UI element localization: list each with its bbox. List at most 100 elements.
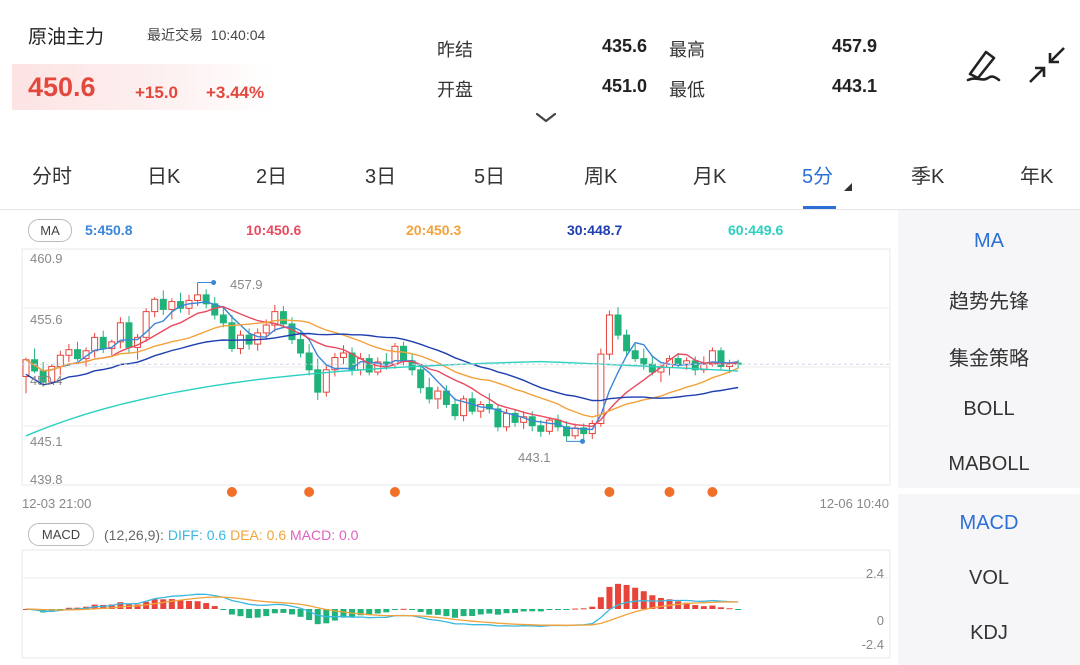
tab-5day[interactable]: 5日 [474, 160, 505, 189]
candle-body [545, 419, 553, 432]
macd-bar [486, 609, 493, 614]
y-tick-label: 445.1 [30, 434, 63, 449]
macd-bar [692, 605, 699, 609]
tab-2day[interactable]: 2日 [256, 160, 287, 189]
tab-intraday[interactable]: 分时 [32, 160, 72, 189]
min-price-marker: 443.1 [518, 450, 551, 465]
candle-body [305, 352, 313, 371]
ma30-label: 30:448.7 [567, 222, 623, 238]
ma-badge[interactable]: MA [28, 219, 72, 242]
candle-body [451, 403, 459, 417]
signal-dot [304, 487, 315, 497]
tab-year[interactable]: 年K [1020, 160, 1053, 189]
macd-bar [477, 609, 484, 615]
macd-bar [220, 609, 227, 610]
instrument-name: 原油主力 [28, 27, 105, 48]
min-marker-dot [580, 438, 586, 444]
candle-body [683, 360, 691, 365]
tab-dropdown-icon[interactable] [843, 182, 853, 192]
kline-chart[interactable]: 460.9 455.6 450.4 445.1 439.8 12-03 21:0… [0, 240, 895, 515]
high-label: 最高 [669, 40, 705, 60]
indicator-trend[interactable]: 趋势先锋 [898, 285, 1080, 314]
candle-body [168, 301, 176, 310]
macd-bar [726, 608, 733, 610]
macd-bar [632, 587, 639, 609]
main-indicator-panel: MA 趋势先锋 集金策略 BOLL MABOLL [898, 210, 1080, 488]
macd-bar [391, 609, 398, 610]
expand-chevron-icon[interactable] [533, 110, 559, 124]
indicator-kdj[interactable]: KDJ [898, 622, 1080, 645]
candle-body [228, 322, 236, 350]
tab-5min[interactable]: 5分 [802, 160, 833, 189]
macd-bar [494, 609, 501, 615]
candle-body [159, 298, 167, 310]
sub-indicator-panel: MACD VOL KDJ [898, 494, 1080, 665]
macd-bar [452, 609, 458, 618]
high-value: 457.9 [831, 36, 877, 56]
candle-body [614, 314, 622, 336]
tab-month[interactable]: 月K [693, 160, 726, 189]
candle-body [425, 387, 433, 400]
macd-bar [443, 609, 450, 617]
ma20-label: 20:450.3 [406, 222, 462, 238]
macd-bar [263, 609, 270, 617]
tab-day[interactable]: 日K [147, 160, 180, 189]
indicator-boll[interactable]: BOLL [898, 398, 1080, 421]
macd-bar [383, 609, 390, 613]
indicator-ma[interactable]: MA [898, 230, 1080, 253]
macd-bar [246, 609, 253, 619]
signal-dot [389, 487, 400, 497]
candle-body [400, 345, 408, 362]
signal-dot [707, 487, 718, 497]
x-start-label: 12-03 21:00 [22, 496, 91, 511]
x-end-label: 12-06 10:40 [820, 496, 889, 511]
candle-body [91, 336, 99, 352]
open-value: 451.0 [601, 76, 647, 96]
macd-bar [194, 601, 201, 609]
macd-bar [160, 599, 167, 609]
indicator-macd[interactable]: MACD [898, 512, 1080, 535]
current-price: 450.6 [28, 72, 96, 102]
prev-settle-label: 昨结 [437, 40, 473, 60]
macd-value: MACD: 0.0 [290, 527, 359, 543]
macd-bar [503, 609, 510, 614]
macd-tick-label: -2.4 [862, 637, 884, 652]
ma60-line [25, 360, 739, 437]
macd-diff: DIFF: 0.6 [167, 527, 227, 543]
indicator-maboll[interactable]: MABOLL [898, 453, 1080, 476]
low-value: 443.1 [831, 76, 877, 96]
collapse-arrows-icon[interactable] [1028, 46, 1066, 84]
indicator-strategy[interactable]: 集金策略 [898, 342, 1080, 371]
last-trade-value: 10:40:04 [210, 27, 266, 43]
macd-bar [203, 603, 210, 609]
macd-bar [606, 586, 613, 609]
last-trade-label: 最近交易 [147, 27, 203, 43]
candle-body [648, 363, 656, 373]
ma10-label: 10:450.6 [246, 222, 302, 238]
candle-body [605, 314, 613, 355]
macd-bar [228, 609, 235, 615]
candle-body [339, 352, 347, 358]
draw-pen-icon[interactable] [962, 44, 1002, 84]
price-change-pct: +3.44% [206, 83, 265, 102]
y-tick-label: 460.9 [30, 251, 63, 266]
candle-body [219, 314, 227, 324]
macd-bar [211, 606, 218, 609]
macd-params: (12,26,9): [104, 527, 164, 543]
candle-body [640, 358, 648, 365]
macd-bar [529, 609, 536, 612]
macd-chart[interactable]: 2.4 0 -2.4 [0, 548, 895, 662]
tab-3day[interactable]: 3日 [365, 160, 396, 189]
candle-body [254, 332, 262, 345]
macd-bar [537, 609, 544, 612]
signal-dot [604, 487, 615, 497]
diff-line [25, 593, 739, 627]
tab-season[interactable]: 季K [911, 160, 944, 189]
macd-bar [717, 607, 724, 609]
indicator-vol[interactable]: VOL [898, 567, 1080, 590]
macd-bar [554, 609, 561, 610]
tab-week[interactable]: 周K [584, 160, 617, 189]
macd-badge[interactable]: MACD [28, 523, 94, 546]
macd-bar [237, 609, 244, 617]
candle-body [22, 359, 30, 378]
